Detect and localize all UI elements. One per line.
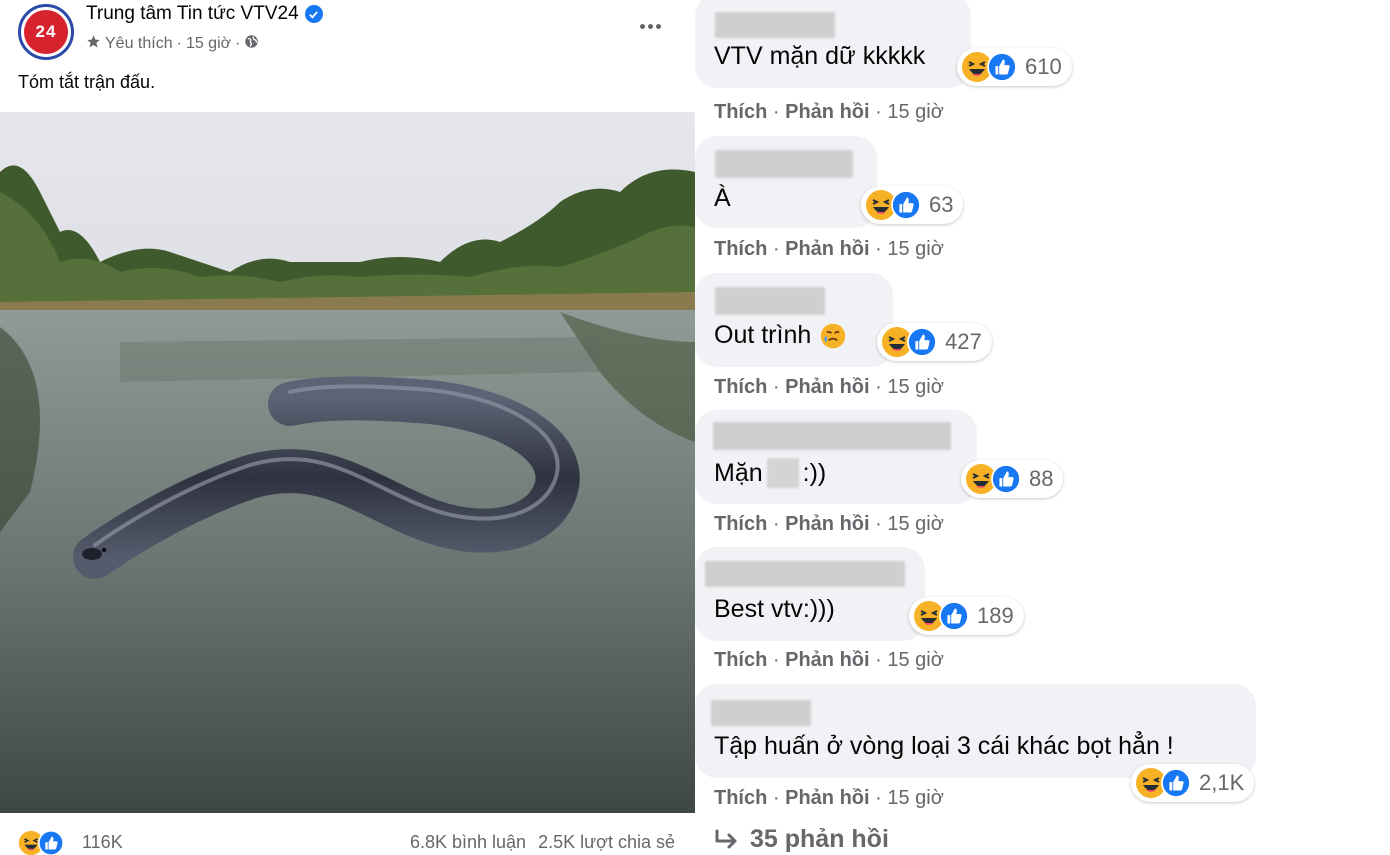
reply-link[interactable]: Phản hồi: [785, 238, 869, 260]
page-name[interactable]: Trung tâm Tin tức VTV24: [86, 3, 299, 25]
like-icon: [891, 190, 921, 220]
comment-bubble: Out trình: [695, 273, 893, 367]
comment-author-redacted[interactable]: [713, 422, 951, 450]
comment-bubble: À: [695, 136, 877, 228]
comment-actions: Thích · Phản hồi · 15 giờ: [714, 513, 944, 535]
comment-text-row: Out trình: [714, 321, 847, 350]
post-footer: 116K 6.8K bình luận 2.5K lượt chia sẻ: [0, 826, 695, 855]
comment-time[interactable]: 15 giờ: [887, 649, 943, 671]
like-link[interactable]: Thích: [714, 513, 767, 535]
comment-actions: Thích · Phản hồi · 15 giờ: [714, 649, 944, 671]
comment-reactions[interactable]: 610: [957, 48, 1072, 86]
post-card: 24 Trung tâm Tin tức VTV24 Yêu thích · 1…: [0, 0, 695, 855]
comment-reaction-count: 2,1K: [1199, 770, 1245, 795]
comments-panel: VTV mặn dữ kkkkk 610 Thích · Phản hồi · …: [695, 0, 1390, 855]
like-icon: [987, 52, 1017, 82]
post-stats: 6.8K bình luận 2.5K lượt chia sẻ: [410, 832, 675, 853]
like-link[interactable]: Thích: [714, 101, 767, 123]
comment-text-row: Mặn :)): [714, 458, 826, 488]
comment-reactions[interactable]: 88: [961, 460, 1064, 498]
comment-reaction-count: 610: [1025, 54, 1062, 79]
like-link[interactable]: Thích: [714, 238, 767, 260]
like-icon: [939, 601, 969, 631]
post-caption: Tóm tắt trận đấu.: [18, 72, 156, 92]
comment-time[interactable]: 15 giờ: [887, 787, 943, 809]
comment-author-redacted[interactable]: [711, 700, 811, 726]
post-time[interactable]: 15 giờ: [186, 35, 231, 53]
crying-laugh-emoji-icon: [821, 323, 846, 348]
favorite-label: Yêu thích: [105, 35, 173, 52]
like-icon: [907, 327, 937, 357]
comment-time[interactable]: 15 giờ: [887, 101, 943, 123]
comment-text: À: [714, 184, 731, 212]
reply-link[interactable]: Phản hồi: [785, 376, 869, 398]
meta-separator: ·: [176, 35, 182, 52]
reply-link[interactable]: Phản hồi: [785, 101, 869, 123]
star-icon: [86, 34, 101, 54]
comment-reactions[interactable]: 189: [909, 597, 1024, 635]
like-icon: [1161, 768, 1191, 798]
comment-actions: Thích · Phản hồi · 15 giờ: [714, 238, 944, 260]
comment-author-redacted[interactable]: [715, 287, 825, 315]
comment-reaction-count: 427: [945, 329, 982, 354]
more-icon[interactable]: [632, 12, 668, 40]
post-photo[interactable]: [0, 112, 695, 813]
comment-time[interactable]: 15 giờ: [887, 376, 943, 398]
comment-author-redacted[interactable]: [705, 561, 905, 587]
comments-count[interactable]: 6.8K bình luận: [410, 832, 526, 853]
like-link[interactable]: Thích: [714, 376, 767, 398]
meta-separator: ·: [235, 35, 241, 52]
page-name-link[interactable]: Trung tâm Tin tức VTV24: [86, 3, 323, 25]
page-avatar[interactable]: 24: [18, 4, 74, 60]
like-icon: [38, 830, 64, 855]
comment-text: Out trình: [714, 321, 812, 349]
view-replies-link[interactable]: 35 phản hồi: [714, 825, 889, 854]
comment-text: Tập huấn ở vòng loại 3 cái khác bọt hẳn …: [714, 732, 1174, 760]
comment-text: Best vtv:))): [714, 595, 835, 623]
comment-time[interactable]: 15 giờ: [887, 513, 943, 535]
comment-time[interactable]: 15 giờ: [887, 238, 943, 260]
comment-reaction-count: 63: [929, 192, 954, 217]
comment-reaction-count: 88: [1029, 466, 1054, 491]
like-link[interactable]: Thích: [714, 649, 767, 671]
comment-author-redacted[interactable]: [715, 150, 853, 178]
reply-link[interactable]: Phản hồi: [785, 513, 869, 535]
comment-author-redacted[interactable]: [715, 12, 835, 38]
comment-actions: Thích · Phản hồi · 15 giờ: [714, 376, 944, 398]
globe-icon: [244, 34, 259, 54]
comment-text: Mặn: [714, 458, 763, 487]
reply-link[interactable]: Phản hồi: [785, 787, 869, 809]
comment-reactions[interactable]: 427: [877, 323, 992, 361]
comment-bubble: Best vtv:))): [695, 547, 925, 641]
like-icon: [991, 464, 1021, 494]
shares-count[interactable]: 2.5K lượt chia sẻ: [538, 832, 675, 853]
eel-lake-image: [0, 112, 695, 813]
comment-bubble: Mặn :)): [695, 410, 977, 504]
replies-count[interactable]: 35 phản hồi: [750, 825, 889, 854]
comment-reaction-count: 189: [977, 603, 1014, 628]
comment-bubble: VTV mặn dữ kkkkk: [695, 0, 971, 88]
reply-link[interactable]: Phản hồi: [785, 649, 869, 671]
post-reactions[interactable]: [18, 830, 64, 855]
redacted-word: [766, 458, 799, 488]
post-header: 24 Trung tâm Tin tức VTV24 Yêu thích · 1…: [0, 0, 695, 64]
comment-text: VTV mặn dữ kkkkk: [714, 42, 926, 70]
comment-reactions[interactable]: 2,1K: [1131, 764, 1255, 802]
comment-reactions[interactable]: 63: [861, 186, 964, 224]
avatar-logo: 24: [24, 10, 68, 54]
post-meta: Yêu thích · 15 giờ ·: [86, 34, 259, 54]
comment-actions: Thích · Phản hồi · 15 giờ: [714, 787, 944, 809]
comment-actions: Thích · Phản hồi · 15 giờ: [714, 101, 944, 123]
like-link[interactable]: Thích: [714, 787, 767, 809]
verified-icon: [304, 5, 323, 23]
comment-text-end: :)): [802, 458, 827, 487]
reply-arrow-icon: [715, 829, 737, 848]
post-reaction-count[interactable]: 116K: [82, 832, 123, 853]
